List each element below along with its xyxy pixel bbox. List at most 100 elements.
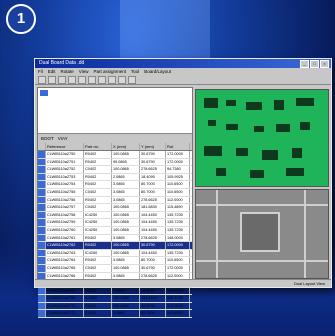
- table-row[interactable]: CLWIB110a2763 IC4250 100.0865 104.4450 135.7…: [38, 249, 192, 258]
- row-icon: [38, 264, 46, 272]
- menu-item[interactable]: Part assignment: [93, 68, 126, 75]
- table-cell: 105.9925: [166, 173, 190, 181]
- table-cell: 100.0865: [112, 211, 140, 219]
- table-cell: 172.0000: [166, 264, 190, 272]
- table-cell: 104.4450: [140, 211, 166, 219]
- table-cell: 110.6500: [166, 181, 190, 188]
- close-icon[interactable]: ×: [320, 60, 329, 68]
- menu-item[interactable]: Fil: [38, 68, 43, 75]
- table-cell: IC4250: [84, 226, 112, 234]
- menu-item[interactable]: View: [79, 68, 89, 75]
- row-icon: [38, 181, 46, 188]
- table-cell: CLWIB110a2764: [46, 257, 84, 264]
- table-row[interactable]: CLWIB110a2769 IC4250 100.0865 104.4450 135.7…: [38, 295, 192, 303]
- table-cell: C0402: [84, 310, 112, 318]
- status-bar: Dual Layout View: [35, 279, 331, 287]
- paste-icon[interactable]: [88, 76, 96, 84]
- zoom-in-icon[interactable]: [98, 76, 106, 84]
- open-folder-icon[interactable]: [48, 76, 56, 84]
- table-cell: 278.6625: [140, 166, 166, 173]
- pcb-closeup-view[interactable]: [195, 189, 329, 279]
- table-cell: 115.4890: [166, 204, 190, 211]
- table-cell: 100.0865: [112, 226, 140, 234]
- table-cell: C0402: [84, 204, 112, 211]
- table-row[interactable]: CLWIB110a2752 C0402 100.0865 278.6625 94.738…: [38, 166, 192, 174]
- row-icon: [38, 302, 46, 310]
- table-row[interactable]: CLWIB110a2754 R0402 3.0865 80.7000 110.6500: [38, 181, 192, 189]
- table-row[interactable]: CLWIB110a2771 C0402 3.0865 80.7000 110.6500: [38, 310, 192, 319]
- column-header[interactable]: Part no.: [84, 143, 112, 150]
- component-pad: [226, 100, 236, 106]
- maximize-icon[interactable]: □: [310, 60, 319, 68]
- table-row[interactable]: CLWIB110a2770 R0402 100.0865 30.6790 172.000…: [38, 302, 192, 311]
- table-cell: 3.0865: [112, 257, 140, 264]
- save-icon[interactable]: [58, 76, 66, 84]
- table-cell: R0402: [84, 234, 112, 242]
- table-cell: 18.4095: [140, 173, 166, 181]
- table-cell: C0402: [84, 166, 112, 173]
- table-cell: 100.0865: [112, 151, 140, 158]
- table-row[interactable]: CLWIB110a2757 C0402 100.0865 181.6830 115.48…: [38, 204, 192, 212]
- table-header: Reference Part no. X (mm) Y (mm) Rot: [38, 143, 192, 151]
- copy-icon[interactable]: [78, 76, 86, 84]
- window-controls: _ □ ×: [300, 60, 329, 68]
- table-row[interactable]: CLWIB110a2764 R0402 3.0865 80.7000 110.6500: [38, 257, 192, 265]
- table-row[interactable]: CLWIB110a2762 R0402 100.0865 30.6790 172.000…: [38, 242, 192, 250]
- grid-icon[interactable]: [128, 76, 136, 84]
- table-cell: 104.4450: [140, 226, 166, 234]
- menu-item[interactable]: Edit: [48, 68, 56, 75]
- table-cell: 3.0865: [112, 310, 140, 318]
- table-cell: IC4250: [84, 295, 112, 302]
- tab[interactable]: BOOT: [41, 134, 54, 143]
- row-icon: [38, 196, 46, 204]
- column-header[interactable]: Y (mm): [140, 143, 166, 150]
- minimize-icon[interactable]: _: [300, 60, 309, 68]
- table-row[interactable]: CLWIB110a2756 R0402 3.0865 278.6625 112.0000: [38, 196, 192, 205]
- table-row[interactable]: CLWIB110a2751 R0402 99.0865 30.6790 172.0000: [38, 158, 192, 167]
- project-tree[interactable]: [38, 88, 192, 134]
- component-pad: [296, 98, 314, 106]
- row-icon: [38, 234, 46, 242]
- table-cell: 80.7000: [140, 257, 166, 264]
- tab[interactable]: VIAY: [58, 134, 68, 143]
- table-row[interactable]: CLWIB110a2755 C0402 3.0865 80.7000 110.6500: [38, 188, 192, 197]
- component-pad: [254, 126, 264, 132]
- table-cell: 100.0865: [112, 166, 140, 173]
- table-cell: R0402: [84, 181, 112, 188]
- table-row[interactable]: CLWIB110a2765 C0402 100.0865 30.6790 172.000…: [38, 264, 192, 273]
- table-row[interactable]: CLWIB110a2750 R0402 100.0865 30.6790 172.000…: [38, 151, 192, 159]
- table-row[interactable]: CLWIB110a2760 IC4250 100.0865 104.4450 135.7…: [38, 226, 192, 235]
- table-cell: CLWIB110a2769: [46, 295, 84, 302]
- column-header[interactable]: Reference: [46, 143, 84, 150]
- table-cell: 100.0865: [112, 302, 140, 310]
- column-header[interactable]: Rot: [166, 143, 190, 150]
- table-cell: 100.0865: [112, 264, 140, 272]
- ic-chip: [240, 212, 280, 252]
- table-row[interactable]: CLWIB110a2758 IC4250 100.0865 104.4450 135.7…: [38, 211, 192, 220]
- table-cell: R0402: [84, 302, 112, 310]
- table-row[interactable]: CLWIB110a2768 R0402 2.0865 18.4095 105.9925: [38, 287, 192, 296]
- cut-icon[interactable]: [68, 76, 76, 84]
- row-icon: [38, 211, 46, 219]
- menu-item[interactable]: Board/Layout: [144, 68, 171, 75]
- column-header[interactable]: X (mm): [112, 143, 140, 150]
- table-cell: 172.0000: [166, 151, 190, 158]
- table-row[interactable]: CLWIB110a2753 R0402 2.0865 18.4095 105.9925: [38, 173, 192, 182]
- pcb-trace: [216, 190, 218, 278]
- window-title: Dual Board Data .dd: [39, 60, 85, 66]
- table-row[interactable]: CLWIB110a2759 IC4250 100.0865 104.4450 135.7…: [38, 219, 192, 227]
- pcb-top-view[interactable]: [195, 89, 329, 187]
- menu-item[interactable]: Tool: [131, 68, 139, 75]
- table-cell: 100.0865: [112, 204, 140, 211]
- rotate-icon[interactable]: [118, 76, 126, 84]
- table-row[interactable]: CLWIB110a2761 R0402 3.0865 278.6625 148.0000: [38, 234, 192, 243]
- column-header[interactable]: [38, 143, 46, 150]
- menu-item[interactable]: Rotate: [61, 68, 74, 75]
- table-cell: 278.6625: [140, 234, 166, 242]
- table-cell: 112.0000: [166, 196, 190, 204]
- table-cell: 104.4450: [140, 295, 166, 302]
- zoom-out-icon[interactable]: [108, 76, 116, 84]
- row-icon: [38, 219, 46, 226]
- status-right: Dual Layout View: [293, 281, 325, 286]
- new-file-icon[interactable]: [38, 76, 46, 84]
